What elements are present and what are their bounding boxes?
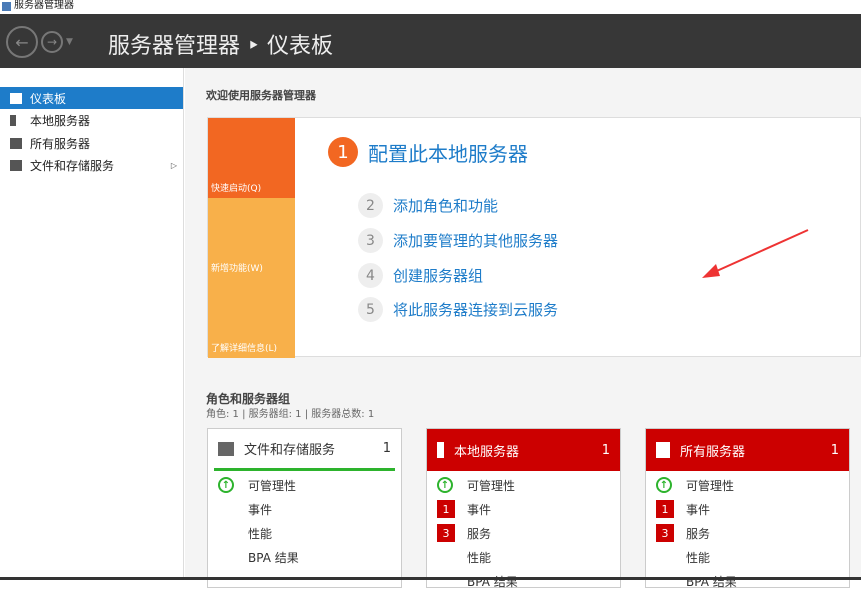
step-configure-local-server[interactable]: 1 配置此本地服务器 <box>328 137 528 167</box>
count-badge: 1 <box>656 500 674 518</box>
tile-learn-more[interactable]: 了解详细信息(L) <box>208 278 295 358</box>
count-badge: 1 <box>437 500 455 518</box>
window-title: 服务器管理器 <box>14 0 74 11</box>
step-link[interactable]: 添加角色和功能 <box>393 195 498 216</box>
tile-label: 新增功能(W) <box>211 264 263 274</box>
sidebar-item-label: 仪表板 <box>30 91 67 106</box>
welcome-heading: 欢迎使用服务器管理器 <box>206 89 316 102</box>
chevron-right-icon[interactable]: ▷ <box>171 161 177 170</box>
annotation-arrow-icon <box>702 229 809 278</box>
row-label: BPA 结果 <box>686 574 737 589</box>
row-manageability[interactable]: ↑ 可管理性 <box>646 473 849 497</box>
server-icon <box>437 442 444 458</box>
step-create-group[interactable]: 4 创建服务器组 <box>358 263 483 288</box>
sidebar-item-label: 本地服务器 <box>30 113 91 128</box>
step-connect-cloud[interactable]: 5 将此服务器连接到云服务 <box>358 297 558 322</box>
dashboard-icon <box>10 92 22 104</box>
row-events[interactable]: 1 事件 <box>427 497 620 521</box>
row-label: 事件 <box>686 502 711 517</box>
row-services[interactable]: 3 服务 <box>427 521 620 545</box>
count-badge: 3 <box>656 524 674 542</box>
card-count: 1 <box>830 442 839 458</box>
row-label: 事件 <box>467 502 492 517</box>
sidebar-item-dashboard[interactable]: 仪表板 <box>0 87 183 109</box>
step-add-roles[interactable]: 2 添加角色和功能 <box>358 193 498 218</box>
row-bpa[interactable]: BPA 结果 <box>427 569 620 593</box>
tile-label: 快速启动(Q) <box>211 184 262 194</box>
step-link[interactable]: 将此服务器连接到云服务 <box>393 299 558 320</box>
forward-button[interactable]: → <box>41 31 63 53</box>
row-label: 可管理性 <box>467 478 516 493</box>
roles-summary: 角色: 1 | 服务器组: 1 | 服务器总数: 1 <box>206 409 375 420</box>
card-title: 文件和存储服务 <box>244 443 336 458</box>
row-label: 可管理性 <box>248 478 297 493</box>
card-all-servers[interactable]: 所有服务器 1 ↑ 可管理性 1 事件 3 服务 性能 BPA 结果 <box>645 428 850 589</box>
row-performance[interactable]: 性能 <box>208 521 401 545</box>
row-label: 可管理性 <box>686 478 735 493</box>
sidebar-item-label: 文件和存储服务 <box>30 158 115 173</box>
back-button[interactable]: ← <box>6 26 38 58</box>
row-label: 服务 <box>467 526 492 541</box>
row-label: 事件 <box>248 502 273 517</box>
header: ← → ▼ 服务器管理器 ‣ 仪表板 <box>0 14 861 68</box>
row-services[interactable]: 3 服务 <box>646 521 849 545</box>
row-bpa[interactable]: BPA 结果 <box>208 545 401 569</box>
row-bpa[interactable]: BPA 结果 <box>646 569 849 593</box>
row-manageability[interactable]: ↑ 可管理性 <box>208 473 401 497</box>
row-performance[interactable]: 性能 <box>646 545 849 569</box>
card-file-storage[interactable]: 文件和存储服务 1 ↑ 可管理性 事件 性能 BPA 结果 <box>207 428 402 588</box>
main-content: 欢迎使用服务器管理器 快速启动(Q) 新增功能(W) 了解详细信息(L) 1 配置… <box>185 68 861 589</box>
step-number: 3 <box>358 228 383 253</box>
card-title: 本地服务器 <box>454 444 520 460</box>
status-ok-icon: ↑ <box>218 477 234 493</box>
step-number: 4 <box>358 263 383 288</box>
sidebar: 仪表板 本地服务器 所有服务器 文件和存储服务 ▷ <box>0 68 184 580</box>
step-add-servers[interactable]: 3 添加要管理的其他服务器 <box>358 228 558 253</box>
tile-quick-start[interactable]: 快速启动(Q) <box>208 118 295 198</box>
step-link[interactable]: 创建服务器组 <box>393 265 483 286</box>
tile-label: 了解详细信息(L) <box>211 344 278 354</box>
row-label: BPA 结果 <box>248 550 299 565</box>
step-number: 5 <box>358 297 383 322</box>
window-titlebar: 服务器管理器 <box>0 0 861 14</box>
servers-icon <box>656 442 670 458</box>
server-icon <box>10 114 16 126</box>
tile-whats-new[interactable]: 新增功能(W) <box>208 198 295 278</box>
status-ok-icon: ↑ <box>437 477 453 493</box>
sidebar-item-local-server[interactable]: 本地服务器 <box>0 109 183 131</box>
row-label: BPA 结果 <box>467 574 518 589</box>
status-ok-icon: ↑ <box>656 477 672 493</box>
sidebar-item-all-servers[interactable]: 所有服务器 <box>0 132 183 154</box>
row-events[interactable]: 事件 <box>208 497 401 521</box>
row-label: 服务 <box>686 526 711 541</box>
step-link[interactable]: 添加要管理的其他服务器 <box>393 230 558 251</box>
card-count: 1 <box>382 441 391 456</box>
step-number: 1 <box>328 137 358 167</box>
sidebar-item-label: 所有服务器 <box>30 136 91 151</box>
card-title: 所有服务器 <box>680 444 746 460</box>
row-manageability[interactable]: ↑ 可管理性 <box>427 473 620 497</box>
row-label: 性能 <box>686 550 711 565</box>
history-dropdown-icon[interactable]: ▼ <box>66 37 73 47</box>
step-number: 2 <box>358 193 383 218</box>
row-performance[interactable]: 性能 <box>427 545 620 569</box>
servers-icon <box>10 137 22 149</box>
storage-icon <box>218 441 234 456</box>
row-label: 性能 <box>248 526 273 541</box>
count-badge: 3 <box>437 524 455 542</box>
step-link[interactable]: 配置此本地服务器 <box>368 138 528 167</box>
breadcrumb: 服务器管理器 ‣ 仪表板 <box>108 34 333 59</box>
storage-icon <box>10 159 22 171</box>
row-label: 性能 <box>467 550 492 565</box>
card-local-server[interactable]: 本地服务器 1 ↑ 可管理性 1 事件 3 服务 性能 BPA 结果 <box>426 428 621 589</box>
app-icon <box>2 2 11 11</box>
row-events[interactable]: 1 事件 <box>646 497 849 521</box>
sidebar-item-file-storage[interactable]: 文件和存储服务 ▷ <box>0 154 183 176</box>
card-count: 1 <box>601 442 610 458</box>
